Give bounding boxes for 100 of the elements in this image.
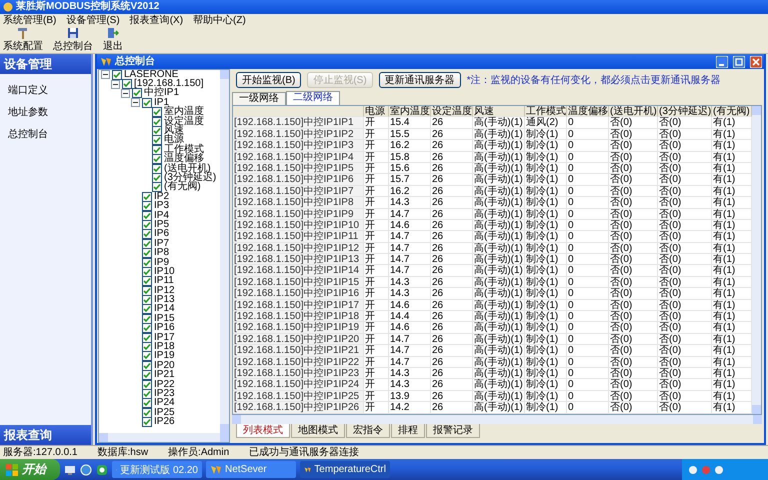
maximize-icon[interactable] (733, 56, 745, 68)
checkbox[interactable] (142, 332, 152, 343)
checkbox[interactable] (152, 135, 162, 146)
globe-icon[interactable] (80, 464, 92, 476)
tree-item[interactable]: IP18 (154, 342, 175, 352)
checkbox[interactable] (142, 210, 152, 221)
tab[interactable]: 列表模式 (236, 424, 290, 438)
checkbox[interactable] (132, 88, 142, 98)
tab[interactable]: 一级网络 (232, 92, 286, 105)
tab[interactable]: 二级网络 (286, 91, 340, 105)
checkbox[interactable] (142, 360, 152, 371)
checkbox[interactable] (142, 276, 152, 286)
media-icon[interactable] (96, 464, 108, 476)
tree-item[interactable]: IP3 (154, 201, 170, 212)
scrollbar[interactable] (220, 70, 229, 433)
checkbox[interactable] (152, 144, 162, 155)
toolbar-button[interactable]: 系统配置 (3, 27, 43, 53)
checkbox[interactable] (142, 266, 152, 277)
tree-item[interactable]: (3分钟延迟) (164, 173, 216, 183)
tree-item[interactable]: IP10 (154, 266, 175, 277)
tab[interactable]: 报警记录 (426, 424, 480, 438)
sidebar-item[interactable]: 端口定义 (0, 80, 91, 102)
menu-item[interactable]: 帮助中心(Z) (193, 14, 246, 26)
tree-item[interactable]: IP26 (154, 417, 175, 428)
scrollbar[interactable] (752, 106, 761, 414)
action-button[interactable]: 开始监视(B) (236, 72, 302, 88)
checkbox[interactable] (142, 342, 152, 352)
tree-item[interactable]: IP11 (154, 276, 174, 286)
checkbox[interactable] (142, 398, 152, 408)
menu-item[interactable]: 报表查询(X) (130, 14, 184, 26)
checkbox[interactable] (152, 173, 162, 183)
checkbox[interactable] (142, 248, 152, 258)
checkbox[interactable] (142, 220, 152, 230)
tree-item[interactable]: (有无阀) (164, 182, 201, 192)
checkbox[interactable] (142, 323, 152, 334)
checkbox[interactable] (142, 286, 152, 296)
tree-item[interactable]: IP7 (154, 238, 170, 249)
checkbox[interactable] (112, 70, 122, 80)
checkbox[interactable] (142, 258, 152, 268)
menu-item[interactable]: 设备管理(S) (66, 14, 120, 26)
tree-item[interactable]: IP23 (154, 388, 175, 399)
tree-item[interactable]: IP9 (154, 258, 170, 268)
tree-item[interactable]: 电源 (164, 135, 184, 146)
tree-item[interactable]: IP15 (154, 314, 175, 324)
taskbar-button[interactable]: TemperatureCtrl (300, 461, 390, 478)
tree-item[interactable]: IP13 (154, 295, 175, 306)
toolbar-button[interactable]: 退出 (103, 27, 123, 53)
checkbox[interactable] (152, 182, 162, 192)
checkbox[interactable] (142, 98, 152, 108)
expander-icon[interactable] (121, 88, 130, 98)
tree-item[interactable]: IP22 (154, 380, 175, 390)
tree-item[interactable]: IP17 (154, 332, 175, 343)
taskbar-button[interactable]: NetSever (206, 461, 296, 478)
checkbox[interactable] (142, 408, 152, 418)
menu-item[interactable]: 系统管理(B) (3, 14, 56, 26)
taskbar-button[interactable]: 更新测试版 02.20 (112, 461, 202, 478)
checkbox[interactable] (142, 370, 152, 380)
tree-item[interactable]: IP21 (154, 370, 175, 380)
tree-item[interactable]: IP19 (154, 351, 175, 362)
scrollbar[interactable] (99, 433, 229, 442)
checkbox[interactable] (152, 126, 162, 136)
desktop-icon[interactable] (64, 464, 76, 476)
sidebar-item[interactable]: 地址参数 (0, 102, 91, 124)
column-header[interactable]: 风速 (473, 106, 525, 118)
sidebar-item[interactable]: 总控制台 (0, 124, 91, 146)
checkbox[interactable] (142, 201, 152, 212)
start-button[interactable]: 开始 (0, 459, 60, 480)
tab[interactable]: 排程 (391, 424, 425, 438)
checkbox[interactable] (142, 380, 152, 390)
tab[interactable]: 地图模式 (291, 424, 345, 438)
tree-item[interactable]: IP20 (154, 360, 175, 371)
checkbox[interactable] (142, 417, 152, 428)
toolbar-button[interactable]: 总控制台 (53, 27, 93, 53)
column-header[interactable]: 电源 (364, 106, 389, 118)
column-header[interactable]: (有无阀) (712, 106, 752, 118)
action-button[interactable]: 更新通讯服务器 (378, 72, 461, 88)
tree-item[interactable]: IP24 (154, 398, 175, 408)
checkbox[interactable] (152, 154, 162, 164)
checkbox[interactable] (142, 238, 152, 249)
checkbox[interactable] (142, 192, 152, 202)
expander-icon[interactable] (131, 98, 140, 108)
tree-item[interactable]: IP4 (154, 210, 170, 221)
minimize-icon[interactable] (716, 56, 728, 68)
tree-item[interactable]: IP12 (154, 286, 175, 296)
checkbox[interactable] (152, 164, 162, 174)
tree-item[interactable]: IP6 (154, 229, 170, 240)
tree-item[interactable]: IP14 (154, 304, 175, 314)
checkbox[interactable] (152, 107, 162, 118)
tree-item[interactable]: [192.168.1.150] (134, 79, 204, 90)
column-header[interactable]: (3分钟延迟) (658, 106, 712, 118)
tree-item[interactable]: IP2 (154, 192, 170, 202)
tree-item[interactable]: IP16 (154, 323, 175, 334)
checkbox[interactable] (142, 388, 152, 399)
close-icon[interactable] (750, 56, 762, 68)
tree-item[interactable]: IP8 (154, 248, 170, 258)
checkbox[interactable] (142, 304, 152, 314)
sidebar-header[interactable]: 报表查询 (0, 425, 91, 445)
tree-item[interactable]: IP5 (154, 220, 170, 230)
sidebar-header[interactable]: 设备管理 (0, 54, 91, 74)
column-header[interactable]: (送电开机) (609, 106, 658, 118)
